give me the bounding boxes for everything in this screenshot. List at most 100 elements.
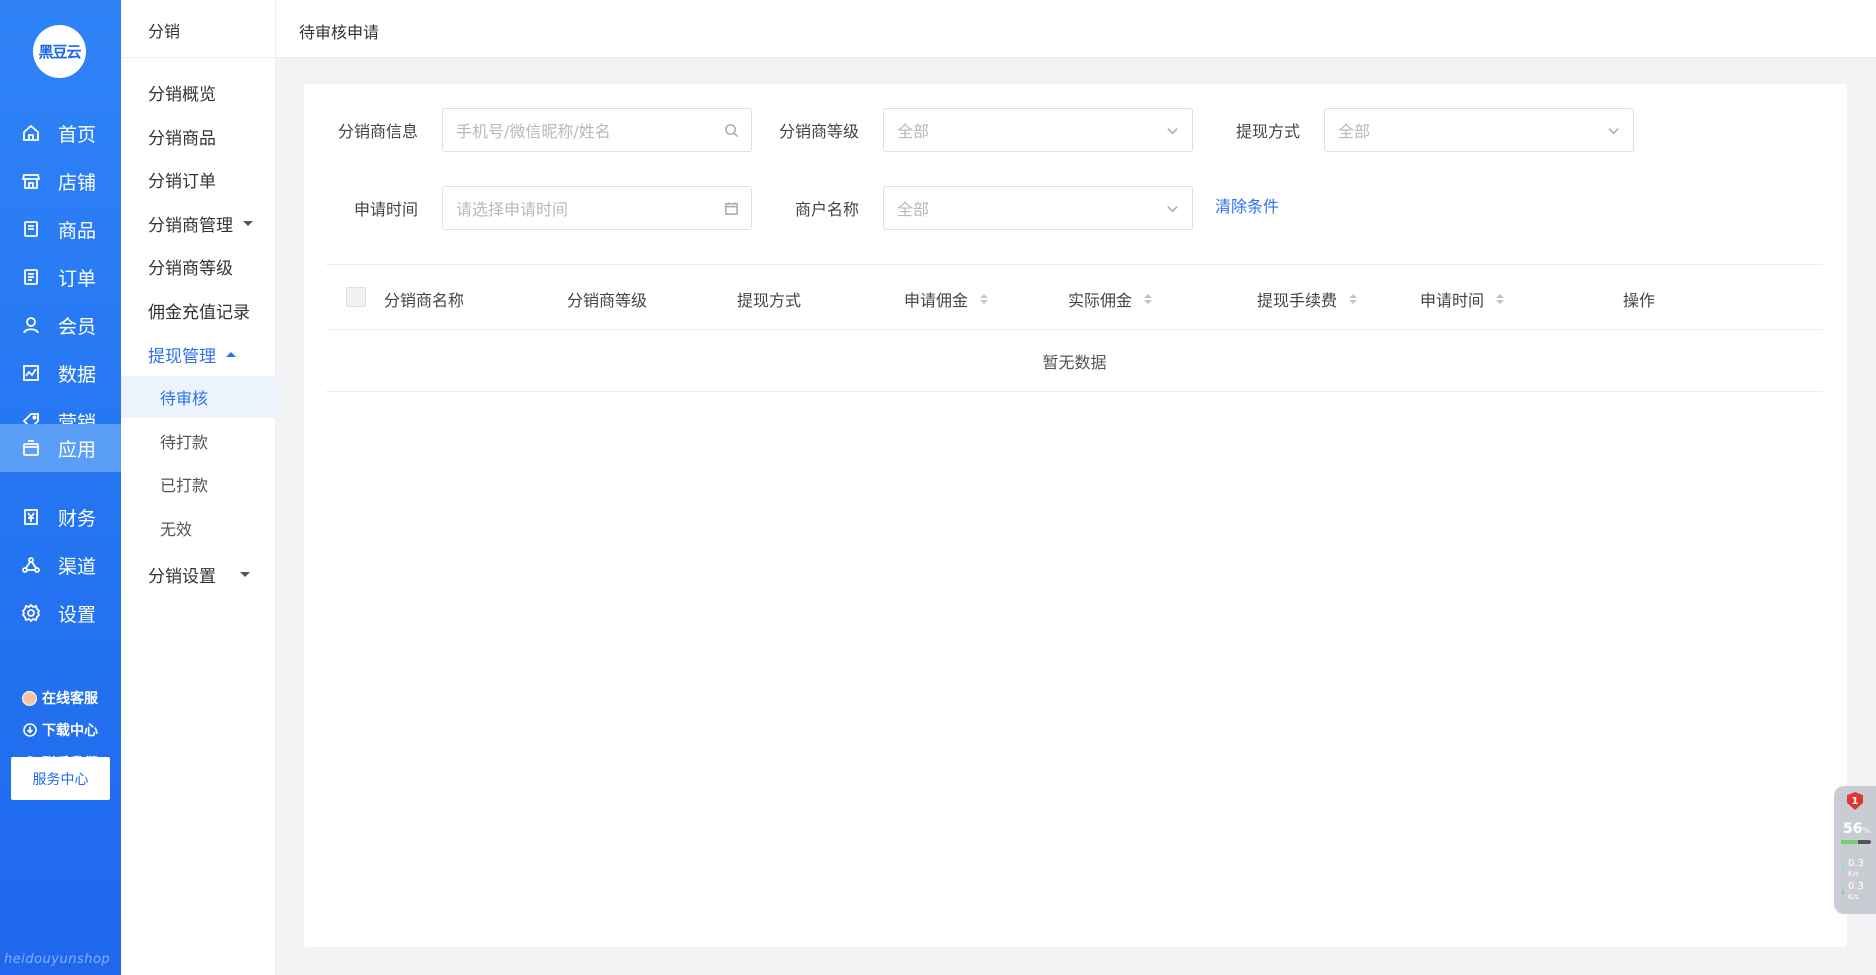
distributor-info-placeholder: 手机号/微信昵称/姓名 [456, 122, 611, 141]
caret-down-icon [240, 572, 250, 577]
withdraw-method-select[interactable]: 全部 [1324, 108, 1634, 152]
nav-item-channel[interactable]: 渠道 [0, 538, 121, 592]
col-withdraw-fee[interactable]: 提现手续费 [1257, 287, 1358, 311]
col-withdraw-method: 提现方式 [737, 291, 802, 310]
chevron-down-icon [1605, 122, 1621, 138]
chevron-down-icon [1164, 200, 1180, 216]
nav-item-label: 店铺 [58, 171, 97, 194]
download-icon [22, 723, 37, 738]
subnav-divider [121, 57, 276, 58]
empty-text: 暂无数据 [1042, 352, 1107, 372]
nav-item-finance[interactable]: 财务 [0, 490, 121, 544]
distributor-info-input[interactable]: 手机号/微信昵称/姓名 [442, 108, 752, 152]
clear-filters-link[interactable]: 清除条件 [1215, 193, 1279, 217]
subnav-item-distributor-level[interactable]: 分销商等级 [148, 254, 233, 279]
nav-item-settings[interactable]: 设置 [0, 586, 121, 640]
memory-bar-fill [1841, 840, 1858, 844]
nav-item-label: 订单 [58, 267, 97, 290]
upload-speed: 0.3 K/s [1848, 859, 1864, 879]
subnav-child-invalid[interactable]: 无效 [121, 507, 276, 549]
withdraw-method-label: 提现方式 [1236, 122, 1301, 141]
upload-speed-value: 0.3 [1848, 858, 1864, 869]
caret-up-icon [226, 352, 236, 357]
col-actions: 操作 [1623, 291, 1656, 310]
sort-icon[interactable] [1496, 294, 1505, 304]
home-icon [20, 122, 42, 144]
memory-percent-unit: % [1862, 826, 1871, 835]
col-actual-commission[interactable]: 实际佣金 [1068, 287, 1153, 311]
subnav-item-orders[interactable]: 分销订单 [148, 167, 216, 192]
calendar-icon [723, 200, 739, 216]
watermark: heidouyunshop [4, 952, 111, 967]
contact-us-link[interactable]: 联系我们 [22, 753, 98, 773]
page-header: 待审核申请 [276, 0, 1876, 58]
system-monitor-widget[interactable]: 1 56% ↑ 0.3 K/s ↓ 0.3 K/s [1834, 786, 1876, 914]
avatar-icon [22, 690, 37, 706]
nav-item-label: 渠道 [58, 555, 97, 578]
chevron-down-icon [1164, 122, 1180, 138]
apply-time-picker[interactable]: 请选择申请时间 [442, 186, 752, 230]
col-apply-time[interactable]: 申请时间 [1420, 287, 1505, 311]
distributor-level-select[interactable]: 全部 [883, 108, 1193, 152]
merchant-name-label: 商户名称 [795, 200, 860, 219]
page-title: 待审核申请 [299, 23, 380, 42]
col-label: 申请佣金 [904, 291, 969, 310]
nav-item-label: 设置 [58, 603, 97, 626]
subnav-child-paid[interactable]: 已打款 [121, 463, 276, 505]
nav-item-home[interactable]: 首页 [0, 106, 121, 160]
apply-time-label: 申请时间 [354, 200, 419, 219]
download-center-link[interactable]: 下载中心 [22, 720, 98, 740]
finance-icon [20, 506, 42, 528]
subnav-child-pending-payment[interactable]: 待打款 [121, 420, 276, 462]
select-all-checkbox[interactable] [346, 287, 366, 307]
primary-sidebar: 黑豆云 首页 店铺 商品 订单 会员 数据 营销 应用 财务 渠道 设置 服务中… [0, 0, 121, 975]
withdraw-method-value: 全部 [1338, 122, 1371, 141]
nav-item-app[interactable]: 应用 [0, 424, 121, 472]
online-service-label: 在线客服 [42, 691, 98, 707]
memory-percent: 56% [1843, 821, 1870, 837]
subnav-title: 分销 [148, 22, 181, 41]
sort-icon[interactable] [1349, 294, 1358, 304]
app-root: 黑豆云 首页 店铺 商品 订单 会员 数据 营销 应用 财务 渠道 设置 服务中… [0, 0, 1876, 975]
nav-item-product[interactable]: 商品 [0, 202, 121, 256]
app-icon [20, 437, 42, 459]
col-label: 申请时间 [1420, 291, 1485, 310]
nav-item-store[interactable]: 店铺 [0, 154, 121, 208]
caret-down-icon [243, 221, 253, 226]
chat-icon [22, 756, 37, 771]
subnav-item-overview[interactable]: 分销概览 [148, 80, 216, 105]
subnav-item-commission-recharge[interactable]: 佣金充值记录 [148, 298, 250, 323]
nav-item-label: 财务 [58, 507, 97, 530]
online-service-link[interactable]: 在线客服 [22, 688, 98, 708]
subnav-item-products[interactable]: 分销商品 [148, 124, 216, 149]
distributor-info-label: 分销商信息 [338, 122, 419, 141]
channel-icon [20, 554, 42, 576]
nav-item-label: 商品 [58, 219, 97, 242]
col-apply-commission[interactable]: 申请佣金 [904, 287, 989, 311]
download-speed: 0.3 K/s [1848, 882, 1864, 902]
search-icon [723, 122, 739, 138]
upload-arrow-icon: ↑ [1839, 864, 1847, 874]
table-empty-row: 暂无数据 [326, 330, 1823, 392]
col-distributor-level: 分销商等级 [567, 291, 648, 310]
content-card: 分销商信息 手机号/微信昵称/姓名 分销商等级 全部 提现方式 全部 申请时间 … [304, 84, 1847, 947]
nav-item-data[interactable]: 数据 [0, 346, 121, 400]
subnav-child-pending-review[interactable]: 待审核 [121, 376, 276, 418]
subnav-item-distribution-settings[interactable]: 分销设置 [148, 562, 250, 587]
nav-item-member[interactable]: 会员 [0, 298, 121, 352]
product-icon [20, 218, 42, 240]
subnav-item-distributor-management[interactable]: 分销商管理 [148, 211, 253, 236]
download-speed-unit: K/s [1848, 893, 1859, 901]
brand-logo[interactable]: 黑豆云 [33, 25, 86, 78]
nav-item-order[interactable]: 订单 [0, 250, 121, 304]
merchant-name-select[interactable]: 全部 [883, 186, 1193, 230]
withdraw-table: 分销商名称 分销商等级 提现方式 申请佣金 实际佣金 提现手续费 申请时间 操作… [326, 264, 1823, 392]
col-label: 实际佣金 [1068, 291, 1133, 310]
download-arrow-icon: ↓ [1839, 887, 1847, 897]
sort-icon[interactable] [980, 294, 989, 304]
sort-icon[interactable] [1144, 294, 1153, 304]
subnav-item-withdraw-management[interactable]: 提现管理 [148, 342, 236, 367]
distributor-level-label: 分销商等级 [779, 122, 860, 141]
table-header: 分销商名称 分销商等级 提现方式 申请佣金 实际佣金 提现手续费 申请时间 操作 [326, 264, 1823, 330]
store-icon [20, 170, 42, 192]
